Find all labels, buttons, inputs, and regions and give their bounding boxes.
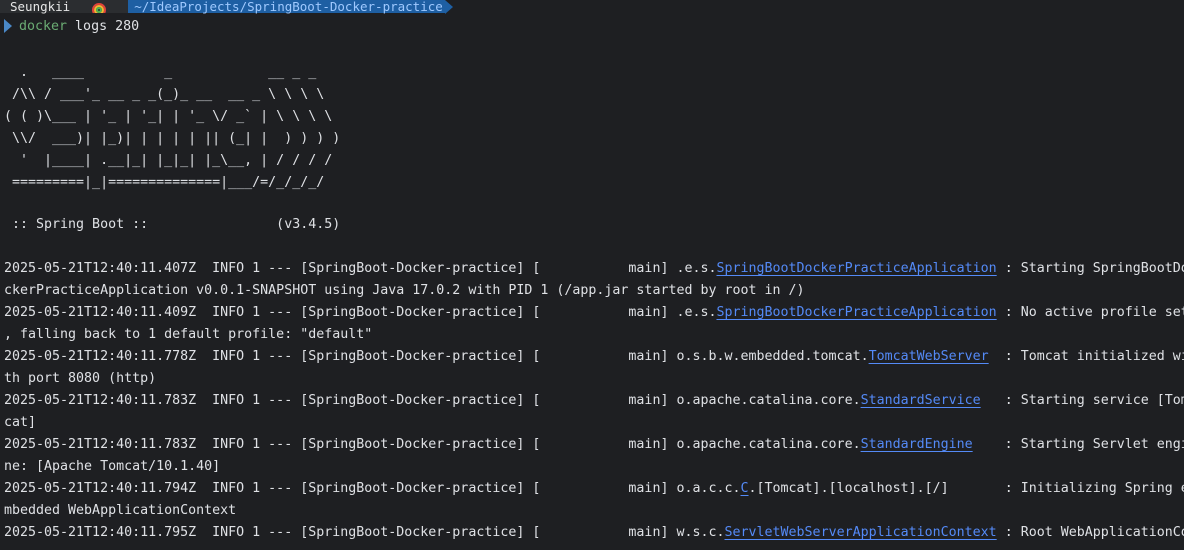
- log-line: 2025-05-21T12:40:11.783Z INFO 1 --- [Spr…: [4, 434, 1184, 456]
- log-text: ne: [Apache Tomcat/10.1.40]: [4, 459, 221, 474]
- log-line: 2025-05-21T12:40:11.407Z INFO 1 --- [Spr…: [4, 258, 1184, 280]
- class-link[interactable]: C: [741, 481, 749, 496]
- log-text: 2025-05-21T12:40:11.778Z INFO 1 --- [Spr…: [4, 349, 869, 364]
- log-line: cat]: [4, 412, 36, 434]
- class-link[interactable]: SpringBootDockerPracticeApplication: [716, 305, 996, 320]
- class-link[interactable]: ServletWebServerApplicationContext: [725, 525, 997, 540]
- log-line: mbedded WebApplicationContext: [4, 500, 236, 522]
- log-message: : Tomcat initialized wi: [988, 349, 1184, 364]
- log-text: th port 8080 (http): [4, 371, 157, 386]
- command-line: docker logs 280: [19, 16, 139, 38]
- prompt-bar: Seungkii ~/IdeaProjects/SpringBoot-Docke…: [0, 0, 453, 14]
- log-message: : Starting service [Tom: [980, 393, 1184, 408]
- log-line: ckerPracticeApplication v0.0.1-SNAPSHOT …: [4, 280, 805, 302]
- log-line: 2025-05-21T12:40:11.794Z INFO 1 --- [Spr…: [4, 478, 1184, 500]
- class-link[interactable]: TomcatWebServer: [869, 349, 989, 364]
- log-line: 2025-05-21T12:40:11.409Z INFO 1 --- [Spr…: [4, 302, 1184, 324]
- command-args: logs 280: [67, 19, 140, 34]
- prompt-user: Seungkii: [10, 0, 71, 14]
- log-line: ne: [Apache Tomcat/10.1.40]: [4, 456, 220, 478]
- log-message: .[Tomcat].[localhost].[/] : Initializing…: [748, 481, 1184, 496]
- prompt-path: ~/IdeaProjects/SpringBoot-Docker-practic…: [128, 0, 445, 13]
- log-line: 2025-05-21T12:40:11.783Z INFO 1 --- [Spr…: [4, 390, 1184, 412]
- log-text: cat]: [4, 415, 37, 430]
- log-line: 2025-05-21T12:40:11.778Z INFO 1 --- [Spr…: [4, 346, 1184, 368]
- log-line: , falling back to 1 default profile: "de…: [4, 324, 372, 346]
- prompt-path-arrow-icon: [444, 0, 453, 14]
- log-line: 2025-05-21T12:40:11.795Z INFO 1 --- [Spr…: [4, 522, 1184, 544]
- log-message: : No active profile set: [996, 305, 1184, 320]
- class-link[interactable]: StandardEngine: [861, 437, 973, 452]
- log-text: 2025-05-21T12:40:11.409Z INFO 1 --- [Spr…: [4, 305, 717, 320]
- log-text: 2025-05-21T12:40:11.795Z INFO 1 --- [Spr…: [4, 525, 725, 540]
- log-text: ckerPracticeApplication v0.0.1-SNAPSHOT …: [4, 283, 805, 298]
- log-text: 2025-05-21T12:40:11.783Z INFO 1 --- [Spr…: [4, 437, 861, 452]
- log-message: : Starting Servlet engi: [972, 437, 1184, 452]
- rainbow-icon: [92, 1, 107, 13]
- log-message: : Root WebApplicationCo: [996, 525, 1184, 540]
- log-line: th port 8080 (http): [4, 368, 156, 390]
- spring-boot-version: :: Spring Boot :: (v3.4.5): [4, 217, 341, 232]
- log-text: 2025-05-21T12:40:11.794Z INFO 1 --- [Spr…: [4, 481, 741, 496]
- log-text: , falling back to 1 default profile: "de…: [4, 327, 373, 342]
- log-text: mbedded WebApplicationContext: [4, 503, 237, 518]
- log-message: : Starting SpringBootDo: [996, 261, 1184, 276]
- spring-banner: . ____ _ __ _ _ /\\ / ___'_ __ _ _(_)_ _…: [4, 65, 341, 190]
- class-link[interactable]: StandardService: [861, 393, 981, 408]
- command-name: docker: [19, 19, 68, 34]
- class-link[interactable]: SpringBootDockerPracticeApplication: [716, 261, 996, 276]
- log-text: 2025-05-21T12:40:11.783Z INFO 1 --- [Spr…: [4, 393, 861, 408]
- prompt-arrow-icon: [4, 19, 12, 33]
- log-text: 2025-05-21T12:40:11.407Z INFO 1 --- [Spr…: [4, 261, 717, 276]
- prompt-user-segment: Seungkii: [0, 0, 129, 14]
